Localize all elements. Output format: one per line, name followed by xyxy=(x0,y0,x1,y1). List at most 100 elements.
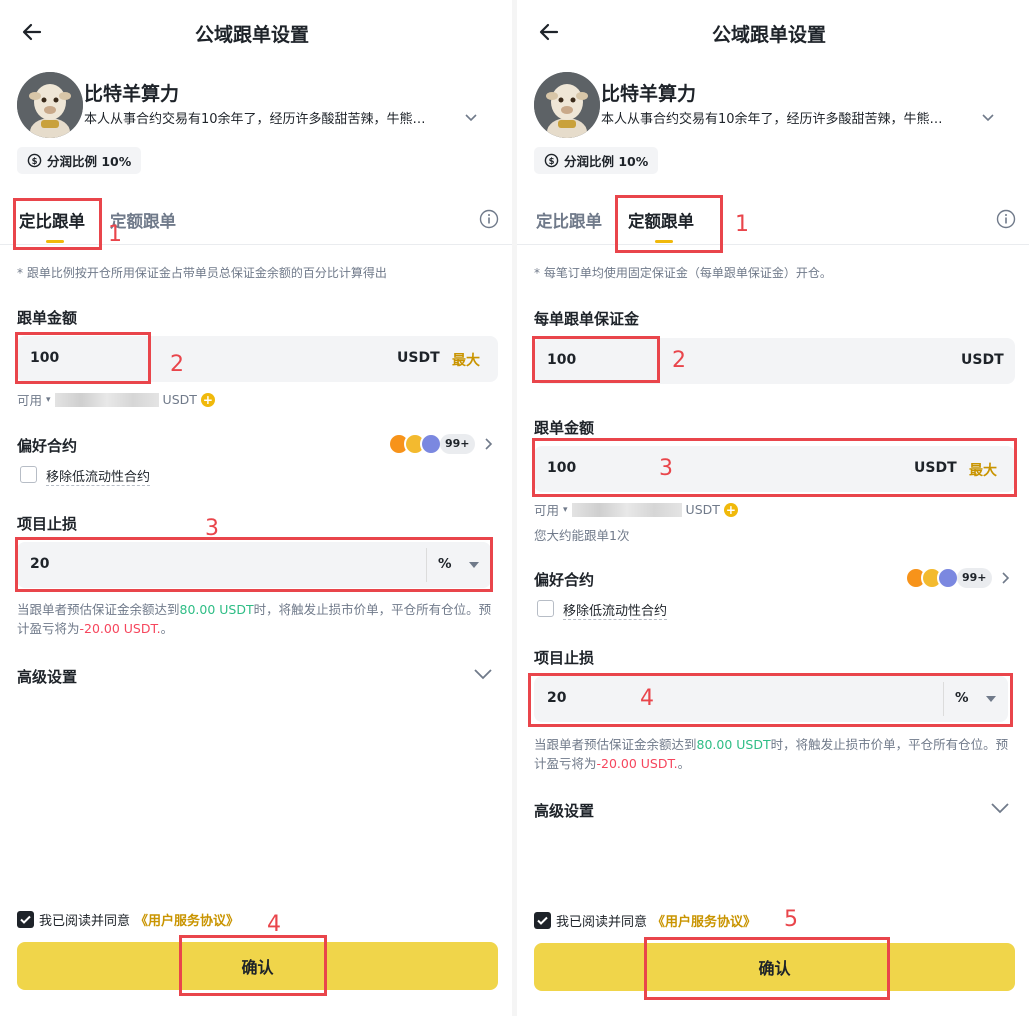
trader-avatar[interactable] xyxy=(534,72,600,138)
preferred-contract-label: 偏好合约 xyxy=(534,571,595,589)
remove-low-liquidity-checkbox[interactable] xyxy=(537,600,554,617)
mode-note: * 跟单比例按开仓所用保证金占带单员总保证金余额的百分比计算得出 xyxy=(17,266,387,280)
profit-share-badge: $ 分润比例 10% xyxy=(17,147,142,174)
stoploss-warning: 当跟单者预估保证金余额达到80.00 USDT时，将触发止损市价单，平仓所有仓位… xyxy=(17,600,492,638)
caret-down-icon[interactable]: ▾ xyxy=(563,505,568,515)
tab-fixed-ratio[interactable]: 定比跟单 xyxy=(536,208,602,232)
annotation-number-1: 1 xyxy=(735,212,749,237)
remove-low-liquidity-checkbox[interactable] xyxy=(20,466,37,483)
trader-description: 本人从事合约交易有10余年了，经历许多酸甜苦辣，牛熊… xyxy=(84,112,426,127)
available-amount-redacted xyxy=(54,392,159,407)
tab-divider xyxy=(517,244,1029,245)
advanced-chevron-down-icon[interactable] xyxy=(990,801,1010,815)
margin-per-order-label: 每单跟单保证金 xyxy=(534,310,640,328)
profit-share-text: 分润比例 10% xyxy=(564,154,649,169)
annotation-box-5 xyxy=(644,937,890,1000)
annotation-box-3 xyxy=(15,537,493,592)
info-icon[interactable] xyxy=(479,209,499,229)
profit-share-text: 分润比例 10% xyxy=(47,154,132,169)
page-title: 公域跟单设置 xyxy=(195,24,310,46)
agreement-text: 我已阅读并同意 xyxy=(556,915,648,930)
available-label: 可用 xyxy=(17,393,43,408)
trader-name: 比特羊算力 xyxy=(84,83,180,105)
advanced-settings-label[interactable]: 高级设置 xyxy=(534,800,594,821)
warn-prefix: 当跟单者预估保证金余额达到 xyxy=(17,602,180,617)
eth-icon xyxy=(420,433,442,455)
checkmark-icon xyxy=(20,915,31,924)
stoploss-warning: 当跟单者预估保证金余额达到80.00 USDT时，将触发止损市价单，平仓所有仓位… xyxy=(534,735,1009,773)
available-amount-redacted xyxy=(571,502,682,517)
chevron-right-icon[interactable] xyxy=(999,571,1011,585)
warn-prefix: 当跟单者预估保证金余额达到 xyxy=(534,737,697,752)
annotation-number-3: 3 xyxy=(659,456,673,481)
available-balance-row: 可用 ▾ USDT + xyxy=(17,390,215,409)
annotation-box-2 xyxy=(532,336,660,383)
stoploss-label: 项目止损 xyxy=(534,649,595,667)
agreement-row: 我已阅读并同意 《用户服务协议》 xyxy=(17,910,239,929)
annotation-box-4 xyxy=(179,935,327,996)
trader-description: 本人从事合约交易有10余年了，经历许多酸甜苦辣，牛熊… xyxy=(601,112,943,127)
annotation-number-1: 1 xyxy=(108,222,122,247)
info-icon[interactable] xyxy=(996,209,1016,229)
user-agreement-link[interactable]: 《用户服务协议》 xyxy=(135,910,239,929)
stoploss-label: 项目止损 xyxy=(17,515,78,533)
annotation-box-4 xyxy=(528,673,1013,727)
annotation-number-2: 2 xyxy=(672,348,686,373)
mode-note: * 每笔订单均使用固定保证金（每单跟单保证金）开仓。 xyxy=(534,266,832,280)
trader-avatar[interactable] xyxy=(17,72,83,138)
available-label: 可用 xyxy=(534,503,560,518)
margin-unit: USDT xyxy=(961,352,1004,368)
annotation-number-5: 5 xyxy=(784,907,798,932)
more-coins-badge: 99+ xyxy=(440,434,475,454)
back-arrow-icon[interactable] xyxy=(20,20,44,44)
annotation-number-4: 4 xyxy=(267,912,281,937)
max-button[interactable]: 最大 xyxy=(452,350,480,370)
agreement-checkbox[interactable] xyxy=(17,911,34,928)
svg-text:$: $ xyxy=(32,156,38,166)
svg-text:$: $ xyxy=(549,156,555,166)
amount-unit: USDT xyxy=(397,350,440,366)
right-screen: 公域跟单设置 比特羊算力 本人从事合约交易有10余年了，经历许多酸甜苦辣，牛熊…… xyxy=(517,0,1029,1016)
user-agreement-link[interactable]: 《用户服务协议》 xyxy=(652,911,756,930)
available-unit: USDT xyxy=(685,502,720,517)
add-funds-icon[interactable]: + xyxy=(200,392,215,407)
available-unit: USDT xyxy=(162,392,197,407)
amount-label: 跟单金额 xyxy=(534,419,595,437)
expand-chevron-icon[interactable] xyxy=(464,110,478,124)
back-arrow-icon[interactable] xyxy=(537,20,561,44)
advanced-settings-label[interactable]: 高级设置 xyxy=(17,666,77,687)
warn-balance: 80.00 USDT xyxy=(696,737,771,752)
amount-label: 跟单金额 xyxy=(17,309,78,327)
chevron-right-icon[interactable] xyxy=(482,437,494,451)
available-balance-row: 可用 ▾ USDT + xyxy=(534,500,738,519)
warn-suffix: 。 xyxy=(677,756,691,771)
add-funds-icon[interactable]: + xyxy=(723,502,738,517)
preferred-contract-label: 偏好合约 xyxy=(17,437,78,455)
caret-down-icon[interactable]: ▾ xyxy=(46,395,51,405)
annotation-number-2: 2 xyxy=(170,352,184,377)
eth-icon xyxy=(937,567,959,589)
checkmark-icon xyxy=(537,916,548,925)
expand-chevron-icon[interactable] xyxy=(981,110,995,124)
annotation-number-4: 4 xyxy=(640,686,654,711)
preferred-coins[interactable]: 99+ xyxy=(905,567,1005,589)
warn-suffix: 。 xyxy=(160,621,174,636)
annotation-box-1 xyxy=(13,198,102,250)
annotation-box-3 xyxy=(532,438,1017,497)
coin-gear-icon: $ xyxy=(544,153,559,168)
left-screen: 公域跟单设置 比特羊算力 本人从事合约交易有10余年了，经历许多酸甜苦辣，牛熊…… xyxy=(0,0,512,1016)
annotation-box-2 xyxy=(15,332,151,384)
remove-low-liquidity-label[interactable]: 移除低流动性合约 xyxy=(563,600,668,620)
remove-low-liquidity-label[interactable]: 移除低流动性合约 xyxy=(46,466,151,486)
advanced-chevron-down-icon[interactable] xyxy=(473,667,493,681)
warn-balance: 80.00 USDT xyxy=(179,602,254,617)
annotation-number-3: 3 xyxy=(205,516,219,541)
more-coins-badge: 99+ xyxy=(957,568,992,588)
coin-gear-icon: $ xyxy=(27,153,42,168)
follow-times-hint: 您大约能跟单1次 xyxy=(534,528,630,543)
warn-pnl: -20.00 USDT. xyxy=(596,756,678,771)
preferred-coins[interactable]: 99+ xyxy=(388,433,488,455)
agreement-checkbox[interactable] xyxy=(534,912,551,929)
agreement-row: 我已阅读并同意 《用户服务协议》 xyxy=(534,911,756,930)
annotation-box-1 xyxy=(615,195,723,253)
